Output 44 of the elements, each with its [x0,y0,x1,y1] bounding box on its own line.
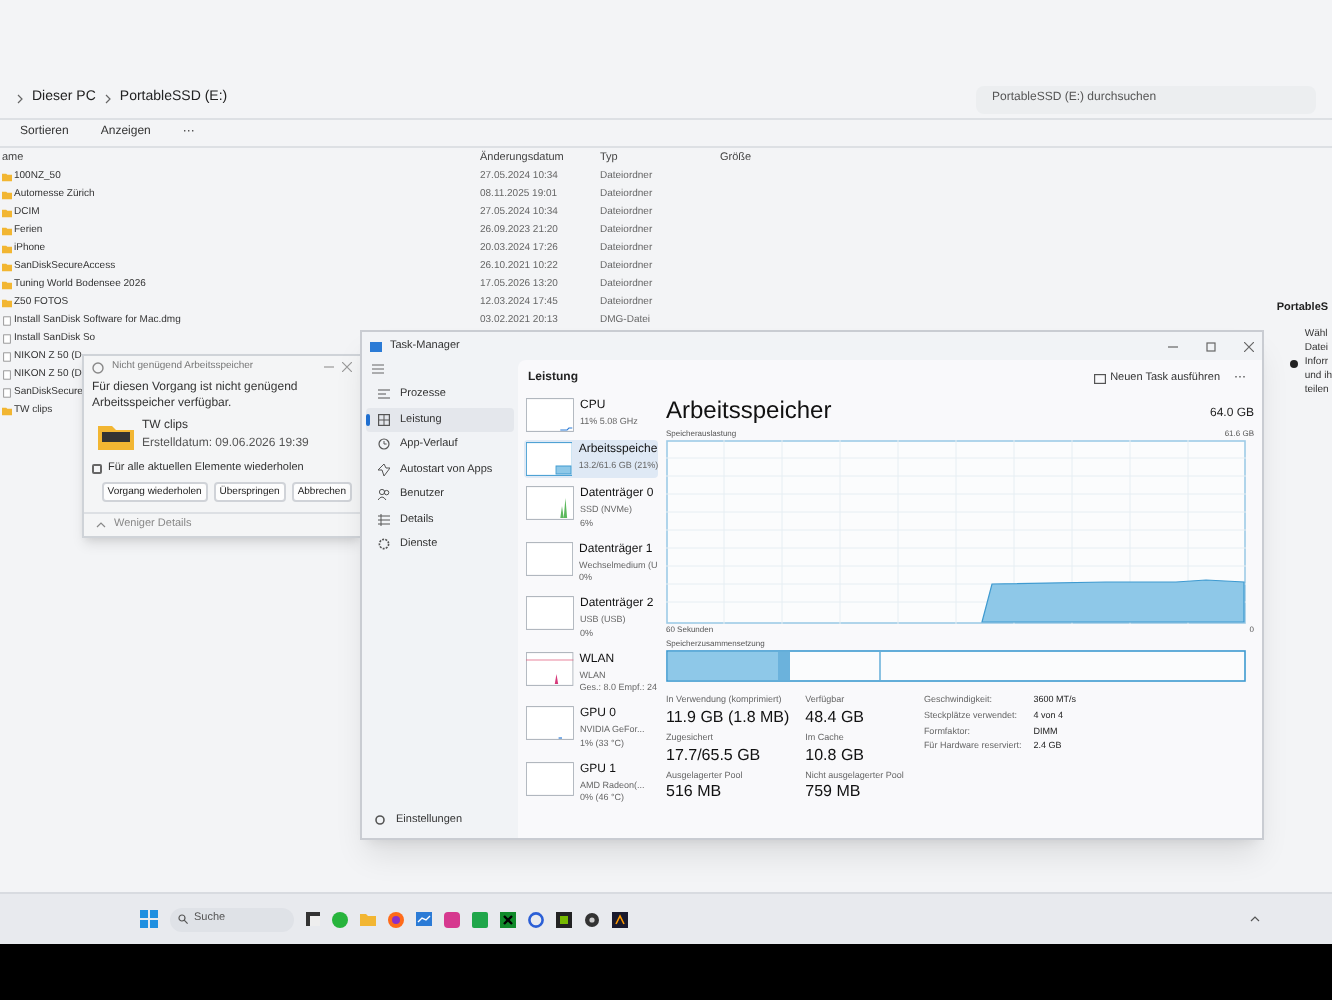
folder-icon [2,406,12,416]
grid-icon [378,413,390,426]
mini-graph [526,761,574,795]
mini-graph [526,651,574,685]
mini-graph [526,541,574,575]
task-manager-icon[interactable] [416,912,432,926]
chevron-right-icon [16,94,24,104]
maximize-icon[interactable] [1206,341,1216,351]
settings-icon [374,814,386,826]
bolt-icon [378,463,390,476]
list-icon [378,388,390,401]
circle-app-icon[interactable] [332,911,348,927]
mini-graph [526,398,574,432]
mini-graph [526,706,574,740]
browser-icon[interactable] [388,911,404,927]
search-icon [178,914,188,924]
people-icon [378,488,390,501]
close-icon[interactable] [1244,341,1254,351]
checkbox[interactable] [92,463,102,474]
stat-value: 11.9 GB (1.8 MB) [666,707,790,726]
minimize-icon[interactable] [1168,341,1178,351]
chevron-up-icon[interactable] [1250,916,1260,922]
chevron-up-icon [96,522,106,528]
start-icon[interactable] [140,910,158,928]
ring-app-icon[interactable] [528,911,544,927]
stat-value: 759 MB [805,782,863,801]
game-app-icon[interactable] [500,911,516,927]
stat-value: 516 MB [666,782,724,801]
section-title: Arbeitsspeicher [666,396,834,424]
task-view-icon[interactable] [306,912,320,926]
task-icon [1094,373,1107,383]
stat-value: 48.4 GB [805,707,867,726]
clock-icon [378,438,390,451]
mini-graph [526,442,573,476]
stat-value: 17.7/65.5 GB [666,745,763,763]
mini-graph [526,596,574,630]
mini-graph [526,486,574,520]
table-icon [378,513,390,526]
stat-value: 10.8 GB [805,745,867,763]
close-icon[interactable] [342,362,352,372]
folder-thumbnail-icon [98,422,134,450]
chevron-right-icon [103,94,112,104]
graphics-app-icon[interactable] [556,911,572,927]
bullet-icon [1290,359,1299,368]
